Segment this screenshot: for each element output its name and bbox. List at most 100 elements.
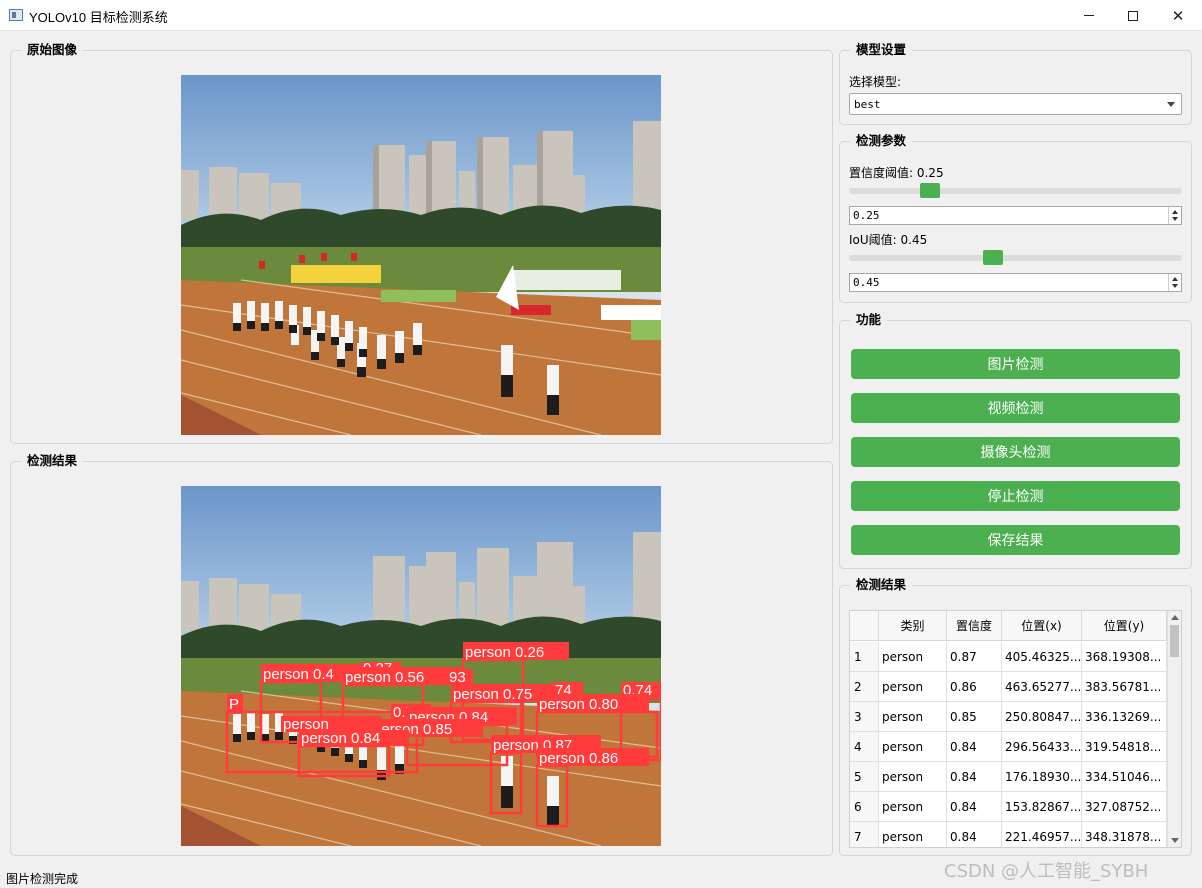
row-position-x[interactable]: 250.80847... <box>1002 702 1082 731</box>
row-position-y[interactable]: 319.54818... <box>1082 732 1167 761</box>
row-position-y[interactable]: 368.19308... <box>1082 642 1167 671</box>
minimize-icon <box>1084 15 1094 16</box>
iou-spin-value: 0.45 <box>853 276 880 289</box>
row-position-y[interactable]: 327.08752... <box>1082 792 1167 821</box>
iou-spin-buttons[interactable] <box>1168 274 1181 291</box>
save-results-button[interactable]: 保存结果 <box>851 525 1180 555</box>
detection-label: person 0.86 <box>539 750 618 767</box>
row-position-x[interactable]: 463.65277... <box>1002 672 1082 701</box>
row-index[interactable]: 6 <box>850 792 879 821</box>
table-header: 类别 置信度 位置(x) 位置(y) <box>850 611 1167 641</box>
spin-up-icon[interactable] <box>1172 210 1178 214</box>
table-row[interactable]: 1 person 0.87 405.46325... 368.19308... <box>850 642 1167 672</box>
row-position-x[interactable]: 296.56433... <box>1002 732 1082 761</box>
detection-label: person 0.75 <box>453 686 532 703</box>
chevron-down-icon <box>1167 102 1175 107</box>
header-position-x[interactable]: 位置(x) <box>1002 611 1082 640</box>
spin-up-icon[interactable] <box>1172 277 1178 281</box>
header-class[interactable]: 类别 <box>879 611 947 640</box>
results-table[interactable]: 类别 置信度 位置(x) 位置(y) 1 person 0.87 405.46325.… <box>849 610 1182 848</box>
row-confidence[interactable]: 0.84 <box>947 762 1002 791</box>
detection-label: person 0.56 <box>345 669 424 686</box>
detection-label: person 0.26 <box>465 644 544 661</box>
header-position-y[interactable]: 位置(y) <box>1082 611 1167 640</box>
table-row[interactable]: 7 person 0.84 221.46957... 348.31878... <box>850 822 1167 847</box>
model-select[interactable]: best <box>849 93 1182 115</box>
iou-slider[interactable] <box>849 255 1182 261</box>
detection-label: person 0.4 <box>263 666 334 683</box>
table-row[interactable]: 3 person 0.85 250.80847... 336.13269... <box>850 702 1167 732</box>
minimize-button[interactable] <box>1066 0 1112 31</box>
close-icon: ✕ <box>1171 6 1185 25</box>
confidence-spin-value: 0.25 <box>853 209 880 222</box>
model-select-label: 选择模型: <box>849 75 902 89</box>
row-class[interactable]: person <box>879 762 947 791</box>
row-position-x[interactable]: 176.18930... <box>1002 762 1082 791</box>
row-class[interactable]: person <box>879 822 947 847</box>
row-position-y[interactable]: 334.51046... <box>1082 762 1167 791</box>
confidence-spin-buttons[interactable] <box>1168 207 1181 224</box>
row-confidence[interactable]: 0.87 <box>947 642 1002 671</box>
confidence-spinbox[interactable]: 0.25 <box>849 206 1182 225</box>
original-image <box>181 75 661 435</box>
row-position-x[interactable]: 153.82867... <box>1002 792 1082 821</box>
row-confidence[interactable]: 0.86 <box>947 672 1002 701</box>
row-index[interactable]: 5 <box>850 762 879 791</box>
close-button[interactable]: ✕ <box>1155 0 1201 31</box>
row-class[interactable]: person <box>879 642 947 671</box>
row-class[interactable]: person <box>879 672 947 701</box>
functions-title: 功能 <box>850 312 888 328</box>
video-detect-button[interactable]: 视频检测 <box>851 393 1180 423</box>
iou-spinbox[interactable]: 0.45 <box>849 273 1182 292</box>
detection-label: person <box>283 716 329 733</box>
window-title: YOLOv10 目标检测系统 <box>29 10 168 25</box>
row-index[interactable]: 2 <box>850 672 879 701</box>
table-row[interactable]: 5 person 0.84 176.18930... 334.51046... <box>850 762 1167 792</box>
row-position-x[interactable]: 221.46957... <box>1002 822 1082 847</box>
iou-slider-handle[interactable] <box>982 250 1003 265</box>
iou-label: IoU阈值: 0.45 <box>849 233 928 247</box>
scroll-up-icon[interactable] <box>1171 615 1179 620</box>
results-table-title: 检测结果 <box>850 577 913 593</box>
table-row[interactable]: 2 person 0.86 463.65277... 383.56781... <box>850 672 1167 702</box>
stop-detect-button[interactable]: 停止检测 <box>851 481 1180 511</box>
row-position-y[interactable]: 336.13269... <box>1082 702 1167 731</box>
table-scrollbar[interactable] <box>1167 611 1181 847</box>
stadium-scene-original <box>181 121 661 435</box>
row-confidence[interactable]: 0.85 <box>947 702 1002 731</box>
image-detect-button[interactable]: 图片检测 <box>851 349 1180 379</box>
row-index[interactable]: 4 <box>850 732 879 761</box>
row-confidence[interactable]: 0.84 <box>947 732 1002 761</box>
confidence-label: 置信度阈值: 0.25 <box>849 166 944 180</box>
row-position-y[interactable]: 383.56781... <box>1082 672 1167 701</box>
row-confidence[interactable]: 0.84 <box>947 822 1002 847</box>
confidence-slider[interactable] <box>849 188 1182 194</box>
camera-detect-button[interactable]: 摄像头检测 <box>851 437 1180 467</box>
confidence-slider-handle[interactable] <box>920 183 941 198</box>
spin-down-icon[interactable] <box>1172 217 1178 221</box>
watermark: CSDN @人工智能_SYBH <box>944 861 1149 882</box>
header-index[interactable] <box>850 611 879 640</box>
header-confidence[interactable]: 置信度 <box>947 611 1002 640</box>
row-class[interactable]: person <box>879 702 947 731</box>
title-bar: YOLOv10 目标检测系统 ✕ <box>0 0 1202 31</box>
row-index[interactable]: 7 <box>850 822 879 847</box>
model-settings-title: 模型设置 <box>850 42 913 58</box>
model-select-value: best <box>854 98 881 111</box>
scroll-thumb[interactable] <box>1170 625 1179 657</box>
maximize-button[interactable] <box>1110 0 1156 31</box>
row-index[interactable]: 1 <box>850 642 879 671</box>
row-position-y[interactable]: 348.31878... <box>1082 822 1167 847</box>
table-row[interactable]: 4 person 0.84 296.56433... 319.54818... <box>850 732 1167 762</box>
scroll-down-icon[interactable] <box>1171 838 1179 843</box>
table-row[interactable]: 6 person 0.84 153.82867... 327.08752... <box>850 792 1167 822</box>
detection-params-title: 检测参数 <box>850 133 913 149</box>
row-class[interactable]: person <box>879 792 947 821</box>
row-class[interactable]: person <box>879 732 947 761</box>
result-image: person 0.26person 0.40.27person 0.5693pe… <box>181 486 661 846</box>
spin-down-icon[interactable] <box>1172 284 1178 288</box>
row-confidence[interactable]: 0.84 <box>947 792 1002 821</box>
row-position-x[interactable]: 405.46325... <box>1002 642 1082 671</box>
original-image-title: 原始图像 <box>21 42 84 58</box>
row-index[interactable]: 3 <box>850 702 879 731</box>
